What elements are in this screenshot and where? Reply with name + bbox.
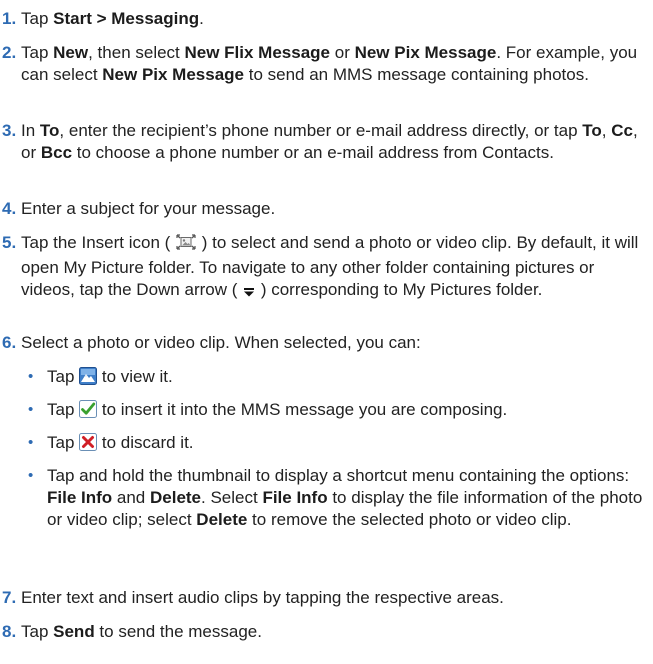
step-text: Tap New, then select New Flix Message or… bbox=[21, 43, 638, 84]
step-number: 6. bbox=[2, 333, 17, 352]
step-number: 7. bbox=[2, 588, 17, 607]
checkmark-icon bbox=[79, 400, 98, 424]
step-number: 5. bbox=[2, 233, 17, 252]
step-number: 3. bbox=[2, 121, 17, 140]
step-text: Enter a subject for your message. bbox=[21, 199, 276, 218]
bullet-dot: • bbox=[28, 434, 34, 451]
step-text: In To, enter the recipient’s phone numbe… bbox=[21, 121, 638, 162]
step-text: Tap Send to send the message. bbox=[21, 622, 262, 641]
instructions-document: 1. Tap Start > Messaging. 2. Tap New, th… bbox=[0, 0, 653, 664]
step-number: 1. bbox=[2, 9, 17, 28]
step-text: Tap Start > Messaging. bbox=[21, 9, 204, 28]
step-text: Select a photo or video clip. When selec… bbox=[21, 333, 421, 352]
bullet-dot: • bbox=[28, 467, 34, 484]
bullet-text: Tap to discard it. bbox=[47, 432, 651, 457]
bullet-dot: • bbox=[28, 368, 34, 385]
step-text: Enter text and insert audio clips by tap… bbox=[21, 588, 504, 607]
step-number: 8. bbox=[2, 622, 17, 641]
bullet-text: Tap and hold the thumbnail to display a … bbox=[47, 466, 643, 529]
step-number: 2. bbox=[2, 43, 17, 62]
step-number: 4. bbox=[2, 199, 17, 218]
insert-media-icon bbox=[175, 233, 197, 257]
down-arrow-icon bbox=[242, 282, 256, 304]
view-picture-icon bbox=[79, 367, 98, 391]
step-text: Tap the Insert icon ( ) to select and se… bbox=[21, 232, 649, 304]
bullet-dot: • bbox=[28, 401, 34, 418]
bullet-text: Tap to view it. bbox=[47, 366, 651, 391]
discard-x-icon bbox=[79, 433, 98, 457]
bullet-text: Tap to insert it into the MMS message yo… bbox=[47, 399, 651, 424]
